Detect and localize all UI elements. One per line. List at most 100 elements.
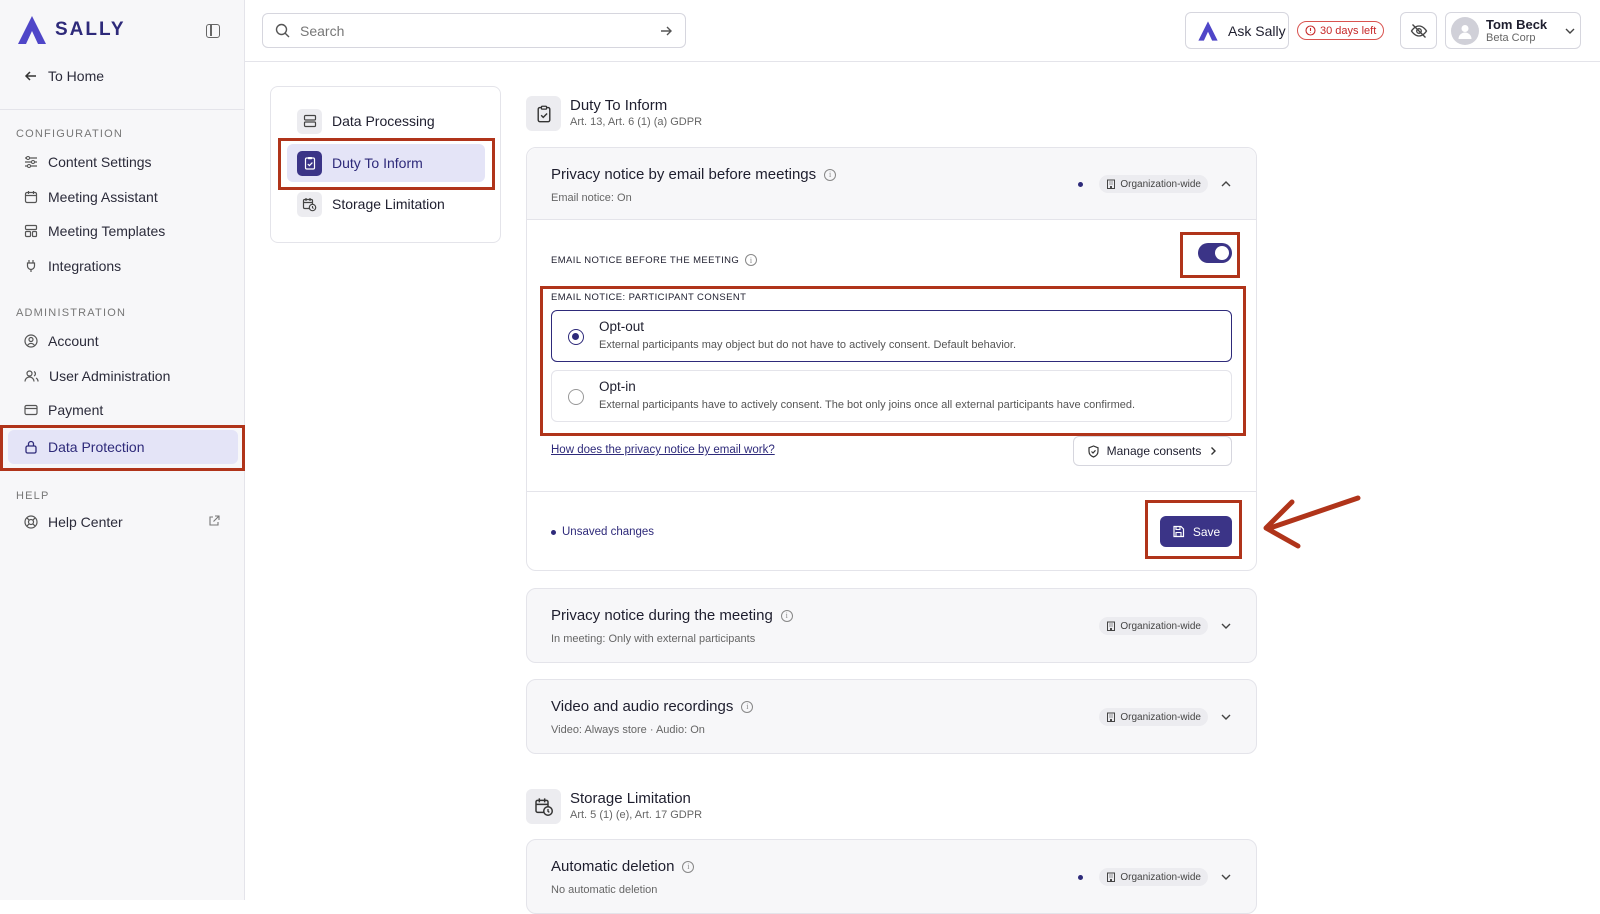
badge-label: Organization-wide xyxy=(1120,711,1201,723)
chevron-down-icon[interactable] xyxy=(1220,871,1232,883)
clipboard-check-icon xyxy=(526,96,561,131)
info-icon[interactable]: i xyxy=(824,168,837,181)
subnav-item-data-processing[interactable]: Data Processing xyxy=(287,102,485,140)
sidebar-item-label: Content Settings xyxy=(48,154,152,170)
lock-icon xyxy=(25,440,37,454)
arrow-right-icon[interactable] xyxy=(659,24,673,38)
sidebar-item-meeting-templates[interactable]: Meeting Templates xyxy=(8,214,238,248)
save-button[interactable]: Save xyxy=(1160,516,1232,547)
sidebar-item-help-center[interactable]: Help Center xyxy=(8,505,238,539)
badge-label: Organization-wide xyxy=(1120,178,1201,190)
card-privacy-notice-meeting[interactable]: Privacy notice during the meeting i In me… xyxy=(526,588,1257,663)
card-email-notice: Privacy notice by email before meetings i… xyxy=(526,147,1257,571)
card-automatic-deletion[interactable]: Automatic deletion i No automatic deletio… xyxy=(526,839,1257,914)
topbar: Ask Sally 30 days left Tom Beck Beta Cor… xyxy=(245,0,1600,62)
option-opt-in[interactable]: Opt-in External participants have to act… xyxy=(551,370,1232,422)
credit-card-icon xyxy=(24,404,38,416)
save-label: Save xyxy=(1192,524,1221,539)
user-menu[interactable]: Tom Beck Beta Corp xyxy=(1445,12,1581,49)
section-subtitle: Art. 5 (1) (e), Art. 17 GDPR xyxy=(570,809,703,821)
to-home-link[interactable]: To Home xyxy=(24,68,104,84)
sidebar-item-integrations[interactable]: Integrations xyxy=(8,249,238,283)
radio-opt-out[interactable] xyxy=(568,329,584,345)
ask-sally-button[interactable]: Ask Sally xyxy=(1185,12,1289,49)
option-description: External participants may object but do … xyxy=(599,339,1017,351)
user-company: Beta Corp xyxy=(1486,31,1536,44)
trial-label: 30 days left xyxy=(1320,24,1377,37)
chevron-right-icon xyxy=(1211,447,1217,455)
consent-label: EMAIL NOTICE: PARTICIPANT CONSENT xyxy=(551,292,747,303)
building-icon xyxy=(1107,872,1116,882)
subnav-label: Data Processing xyxy=(332,113,435,129)
option-description: External participants have to actively c… xyxy=(599,399,1136,411)
manage-consents-label: Manage consents xyxy=(1106,444,1202,458)
sidebar-item-content-settings[interactable]: Content Settings xyxy=(8,145,238,179)
section-configuration: CONFIGURATION xyxy=(16,128,124,140)
privacy-mode-button[interactable] xyxy=(1400,12,1437,49)
building-icon xyxy=(1107,179,1116,189)
chevron-down-icon[interactable] xyxy=(1220,711,1232,723)
sidebar-item-meeting-assistant[interactable]: Meeting Assistant xyxy=(8,180,238,214)
option-title: Opt-out xyxy=(599,319,645,334)
avatar xyxy=(1451,16,1479,45)
section-title: Duty To Inform xyxy=(570,97,668,114)
section-help: HELP xyxy=(16,490,50,502)
card-title: Privacy notice during the meeting i xyxy=(551,607,793,624)
search-input[interactable] xyxy=(300,22,649,39)
card-title-text: Automatic deletion xyxy=(551,858,675,875)
option-title: Opt-in xyxy=(599,379,636,394)
subnav-item-storage-limitation[interactable]: Storage Limitation xyxy=(287,185,485,223)
status-dot xyxy=(1078,875,1083,880)
sally-logo-icon xyxy=(18,16,46,44)
info-icon[interactable]: i xyxy=(780,609,793,622)
card-summary: In meeting: Only with external participa… xyxy=(551,633,756,645)
calendar-icon xyxy=(24,191,38,204)
calendar-clock-icon xyxy=(297,191,322,217)
info-icon[interactable]: i xyxy=(682,860,695,873)
user-circle-icon xyxy=(24,334,38,348)
card-title-text: Privacy notice by email before meetings xyxy=(551,166,817,183)
card-title: Video and audio recordings i xyxy=(551,698,754,715)
sidebar-item-payment[interactable]: Payment xyxy=(8,393,238,427)
building-icon xyxy=(1107,712,1116,722)
sidebar-divider xyxy=(0,109,245,110)
card-title: Automatic deletion i xyxy=(551,858,695,875)
card-recordings[interactable]: Video and audio recordings i Video: Alway… xyxy=(526,679,1257,754)
sidebar: SALLY To Home CONFIGURATION Content Sett… xyxy=(0,0,245,900)
user-name: Tom Beck xyxy=(1486,16,1548,32)
toggle-label-text: EMAIL NOTICE BEFORE THE MEETING xyxy=(551,254,740,266)
chevron-up-icon[interactable] xyxy=(1220,178,1232,190)
manage-consents-button[interactable]: Manage consents xyxy=(1073,436,1232,466)
users-icon xyxy=(24,370,39,382)
sidebar-item-label: Meeting Templates xyxy=(48,223,166,239)
chevron-down-icon[interactable] xyxy=(1220,620,1232,632)
card-summary: Video: Always store · Audio: On xyxy=(551,724,705,736)
external-link-icon xyxy=(209,515,220,526)
sidebar-item-user-administration[interactable]: User Administration xyxy=(8,359,238,393)
subnav-item-duty-to-inform[interactable]: Duty To Inform xyxy=(287,144,485,182)
option-opt-out[interactable]: Opt-out External participants may object… xyxy=(551,310,1232,362)
email-notice-toggle[interactable] xyxy=(1198,243,1232,263)
radio-opt-in[interactable] xyxy=(568,389,584,405)
sidebar-item-account[interactable]: Account xyxy=(8,324,238,358)
logo[interactable]: SALLY xyxy=(15,14,126,46)
info-icon[interactable]: i xyxy=(745,254,758,266)
alert-circle-icon xyxy=(1305,25,1316,36)
sidebar-item-label: Data Protection xyxy=(48,439,145,455)
collapse-sidebar-icon[interactable] xyxy=(206,24,220,38)
info-icon[interactable]: i xyxy=(741,700,754,713)
org-wide-badge: Organization-wide xyxy=(1099,617,1208,635)
privacy-notice-help-link[interactable]: How does the privacy notice by email wor… xyxy=(551,444,775,456)
card-header[interactable]: Privacy notice by email before meetings i… xyxy=(527,148,1256,220)
search-bar[interactable] xyxy=(262,13,686,48)
subnav-label: Duty To Inform xyxy=(332,155,423,171)
trial-badge[interactable]: 30 days left xyxy=(1297,21,1385,40)
logo-text: SALLY xyxy=(55,19,126,40)
badge-label: Organization-wide xyxy=(1120,620,1201,632)
user-icon xyxy=(1458,24,1472,39)
unsaved-changes-indicator: Unsaved changes xyxy=(551,526,654,538)
sidebar-item-data-protection[interactable]: Data Protection xyxy=(8,430,238,464)
chevron-down-icon xyxy=(1565,28,1575,34)
sidebar-item-label: Account xyxy=(48,333,99,349)
sliders-icon xyxy=(25,156,37,168)
